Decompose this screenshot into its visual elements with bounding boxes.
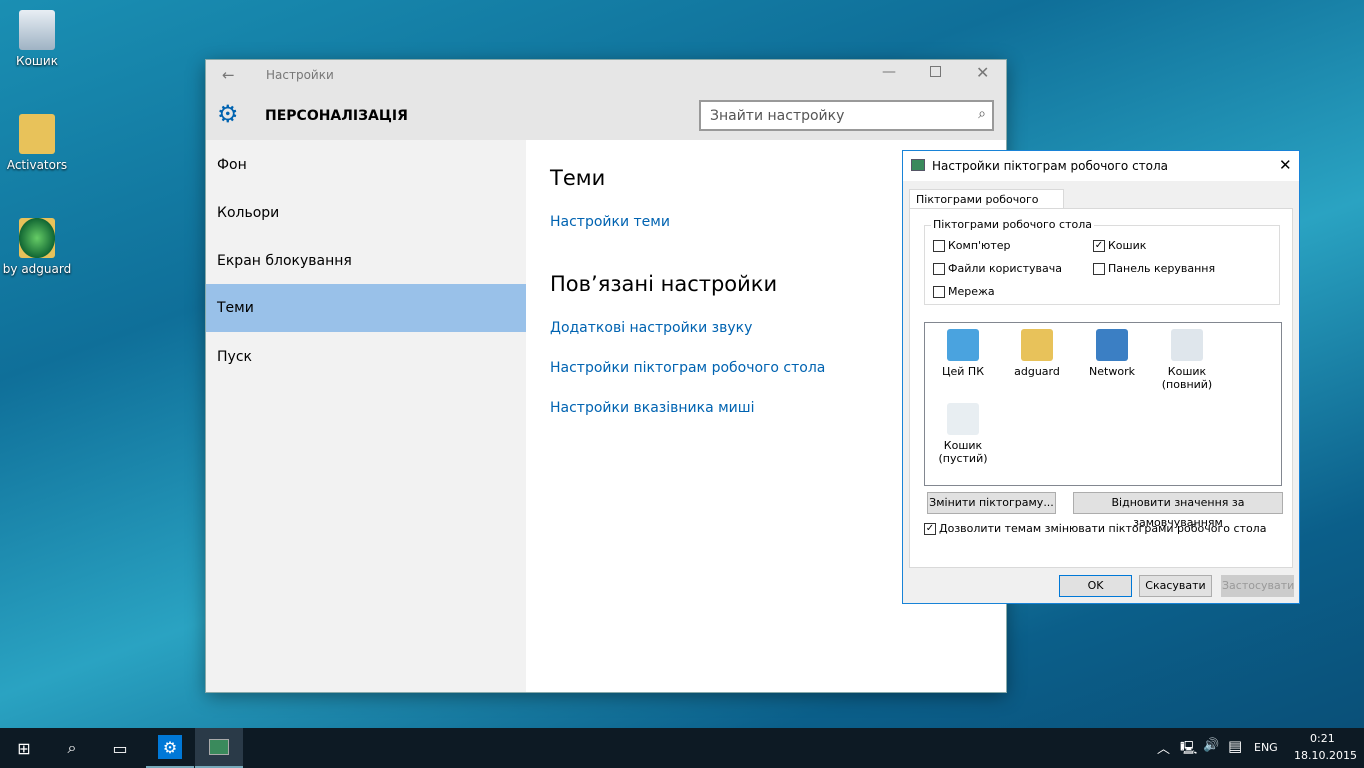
dialog-close-button[interactable]: ✕ bbox=[1279, 156, 1292, 174]
action-center-icon[interactable]: ▤ bbox=[1228, 737, 1242, 755]
icon-adguard[interactable]: adguard bbox=[1002, 329, 1072, 378]
sidebar-item-background[interactable]: Фон bbox=[206, 141, 526, 189]
gear-icon: ⚙ bbox=[158, 735, 182, 759]
dialog-title-bar: Настройки піктограм робочого стола ✕ bbox=[903, 151, 1299, 181]
language-indicator[interactable]: ENG bbox=[1254, 741, 1278, 754]
checkbox-network[interactable]: Мережа bbox=[933, 285, 995, 298]
recycle-bin-empty-icon bbox=[947, 403, 979, 435]
recycle-bin-full-icon bbox=[1171, 329, 1203, 361]
desktop-icon-by-adguard[interactable]: by adguard bbox=[2, 218, 72, 276]
restore-default-button[interactable]: Відновити значення за замовчуванням bbox=[1073, 492, 1283, 529]
checkbox-computer[interactable]: Комп'ютер bbox=[933, 239, 1010, 252]
desktop-icon-activators[interactable]: Activators bbox=[2, 114, 72, 172]
mouse-pointer-settings-link[interactable]: Настройки вказівника миші bbox=[550, 400, 754, 416]
theme-settings-link[interactable]: Настройки теми bbox=[550, 214, 670, 230]
page-title: ПЕРСОНАЛІЗАЦІЯ bbox=[265, 108, 408, 124]
check-icon: ✓ bbox=[1093, 239, 1105, 252]
desktop-icon-settings-dialog: Настройки піктограм робочого стола ✕ Пік… bbox=[902, 150, 1300, 604]
search-icon[interactable]: ⌕ bbox=[978, 106, 986, 122]
monitor-icon bbox=[911, 159, 925, 171]
icon-recycle-full[interactable]: Кошик (повний) bbox=[1152, 329, 1222, 391]
header: ⚙ ПЕРСОНАЛІЗАЦІЯ Знайти настройку ⌕ bbox=[206, 90, 1006, 140]
search-input[interactable]: Знайти настройку ⌕ bbox=[699, 100, 994, 131]
dialog-title: Настройки піктограм робочого стола bbox=[932, 159, 1169, 173]
start-button[interactable]: ⊞ bbox=[0, 728, 48, 768]
icon-network[interactable]: Network bbox=[1077, 329, 1147, 378]
settings-window: ← Настройки — ✕ ⚙ ПЕРСОНАЛІЗАЦІЯ Знайти … bbox=[206, 60, 1006, 692]
desktop-icons-dialog-taskbar-button[interactable] bbox=[195, 728, 243, 768]
sidebar: Фон Кольори Екран блокування Теми Пуск bbox=[206, 140, 526, 692]
volume-icon[interactable]: 🔊 bbox=[1203, 738, 1219, 753]
sidebar-item-lock-screen[interactable]: Екран блокування bbox=[206, 237, 526, 285]
gear-icon: ⚙ bbox=[217, 100, 239, 128]
tab-desktop-icons[interactable]: Піктограми робочого стола bbox=[909, 189, 1064, 219]
cancel-button[interactable]: Скасувати bbox=[1139, 575, 1212, 597]
section-title-related: Пов’язані настройки bbox=[550, 272, 778, 296]
recycle-bin-icon bbox=[19, 10, 55, 50]
sound-settings-link[interactable]: Додаткові настройки звуку bbox=[550, 320, 752, 336]
change-icon-button[interactable]: Змінити піктограму... bbox=[927, 492, 1056, 514]
sidebar-item-start[interactable]: Пуск bbox=[206, 333, 526, 381]
icon-list[interactable]: Цей ПК adguard Network Кошик (повний) Ко… bbox=[924, 322, 1282, 486]
minimize-button[interactable]: — bbox=[882, 64, 896, 80]
sidebar-item-colors[interactable]: Кольори bbox=[206, 189, 526, 237]
desktop-icon-recycle-bin[interactable]: Кошик bbox=[2, 10, 72, 68]
checkbox-user-files[interactable]: Файли користувача bbox=[933, 262, 1062, 275]
allow-themes-checkbox[interactable]: ✓ Дозволити темам змінювати піктограми ро… bbox=[924, 522, 1266, 535]
check-icon: ✓ bbox=[924, 522, 936, 535]
apply-button: Застосувати bbox=[1221, 575, 1294, 597]
ok-button[interactable]: OK bbox=[1059, 575, 1132, 597]
section-title-themes: Теми bbox=[550, 166, 606, 190]
checkbox-control-panel[interactable]: Панель керування bbox=[1093, 262, 1215, 275]
icons-group: Піктограми робочого стола Комп'ютер ✓ Кош… bbox=[924, 218, 1280, 305]
globe-shortcut-icon bbox=[19, 218, 55, 258]
desktop-icon-settings-link[interactable]: Настройки піктограм робочого стола bbox=[550, 360, 825, 376]
user-folder-icon bbox=[1021, 329, 1053, 361]
title-bar: ← Настройки — ✕ bbox=[206, 60, 1006, 90]
search-icon[interactable]: ⌕ bbox=[48, 728, 96, 768]
maximize-button[interactable] bbox=[930, 66, 941, 77]
folder-shortcut-icon bbox=[19, 114, 55, 154]
clock-time[interactable]: 0:21 bbox=[1310, 732, 1335, 745]
settings-taskbar-button[interactable]: ⚙ bbox=[146, 728, 194, 768]
back-icon[interactable]: ← bbox=[222, 66, 235, 84]
taskbar: ⊞ ⌕ ▭ ⚙ ︿ 🖳 🔊 ▤ ENG 0:21 18.10.2015 bbox=[0, 728, 1364, 768]
icon-recycle-empty[interactable]: Кошик (пустий) bbox=[928, 403, 998, 465]
sidebar-item-themes[interactable]: Теми bbox=[206, 284, 526, 332]
clock-date[interactable]: 18.10.2015 bbox=[1294, 749, 1357, 762]
computer-icon bbox=[947, 329, 979, 361]
network-icon bbox=[1096, 329, 1128, 361]
tab-panel: Піктограми робочого стола Комп'ютер ✓ Кош… bbox=[909, 208, 1293, 568]
show-hidden-icons[interactable]: ︿ bbox=[1157, 738, 1170, 757]
close-button[interactable]: ✕ bbox=[976, 63, 989, 82]
checkbox-recycle-bin[interactable]: ✓ Кошик bbox=[1093, 239, 1146, 252]
icon-this-pc[interactable]: Цей ПК bbox=[928, 329, 998, 378]
network-icon[interactable]: 🖳 bbox=[1180, 739, 1197, 761]
monitor-icon bbox=[209, 739, 229, 755]
window-title: Настройки bbox=[266, 68, 334, 82]
task-view-icon[interactable]: ▭ bbox=[96, 728, 144, 768]
